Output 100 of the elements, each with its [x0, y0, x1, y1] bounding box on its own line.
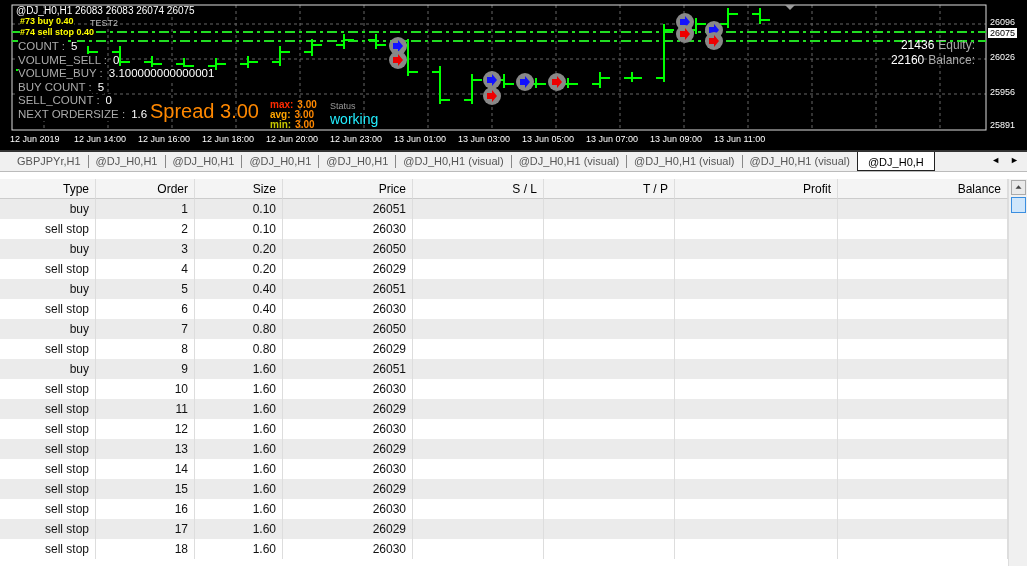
- stat-value: 3.00: [297, 100, 317, 110]
- table-cell: sell stop: [0, 479, 96, 499]
- chart-header: @DJ_H0,H1 26083 26083 26074 26075: [16, 5, 195, 16]
- table-cell: 15: [96, 479, 195, 499]
- account-label: Equity:: [938, 38, 975, 53]
- table-cell: 9: [96, 359, 195, 379]
- time-label: 13 Jun 03:00: [458, 134, 512, 144]
- table-cell: 26029: [283, 439, 413, 459]
- table-cell: 7: [96, 319, 195, 339]
- info-label: SELL_COUNT :: [18, 94, 100, 108]
- table-row[interactable]: buy 3 0.20 26050: [0, 239, 1008, 259]
- table-cell: 26029: [283, 519, 413, 539]
- chart-tab[interactable]: @DJ_H0,H: [856, 152, 935, 171]
- table-cell: 26051: [283, 359, 413, 379]
- time-label: 13 Jun 11:00: [714, 134, 767, 144]
- stat-label: max:: [270, 100, 294, 110]
- table-row[interactable]: sell stop 15 1.60 26029: [0, 479, 1008, 499]
- column-header[interactable]: Price: [283, 179, 413, 199]
- table-row[interactable]: buy 5 0.40 26051: [0, 279, 1008, 299]
- table-cell: 26050: [283, 319, 413, 339]
- table-cell: 1.60: [195, 519, 283, 539]
- order-label: #74 sell stop 0.40: [20, 27, 95, 37]
- stat-value: 3.00: [294, 110, 315, 120]
- time-label: 12 Jun 20:00: [266, 134, 320, 144]
- table-row[interactable]: buy 1 0.10 26051: [0, 199, 1008, 219]
- table-cell: 1.60: [195, 399, 283, 419]
- time-label: 13 Jun 05:00: [522, 134, 576, 144]
- chart-tab[interactable]: @DJ_H0,H1: [165, 155, 243, 168]
- price-label: 26075: [988, 28, 1018, 38]
- price-label: 25891: [989, 120, 1017, 130]
- table-cell: 17: [96, 519, 195, 539]
- chart-tab[interactable]: @DJ_H0,H1 (visual): [627, 155, 743, 168]
- column-header[interactable]: Balance: [838, 179, 1008, 199]
- table-cell: 26029: [283, 479, 413, 499]
- table-cell: sell stop: [0, 539, 96, 559]
- scroll-arrow[interactable]: ►: [1010, 155, 1019, 171]
- table-cell: buy: [0, 279, 96, 299]
- scroll-arrow[interactable]: ◄: [991, 155, 1001, 171]
- table-cell: 26051: [283, 279, 413, 299]
- table-row[interactable]: sell stop 13 1.60 26029: [0, 439, 1008, 459]
- table-cell: 0.20: [195, 239, 283, 259]
- order-label: #73 buy 0.40: [20, 16, 74, 26]
- table-cell: 1.60: [195, 439, 283, 459]
- shift-marker-icon: [785, 5, 795, 10]
- table-cell: sell stop: [0, 439, 96, 459]
- info-value: 3.100000000000001: [108, 67, 215, 81]
- table-cell: sell stop: [0, 519, 96, 539]
- info-value: 0: [113, 53, 120, 67]
- account-value: 22160: [890, 53, 925, 68]
- table-cell: 26029: [283, 399, 413, 419]
- table-cell: 1.60: [195, 359, 283, 379]
- chart-tab[interactable]: GBPJPYr,H1: [10, 155, 89, 168]
- account-label: Balance:: [928, 53, 975, 68]
- chart-tab[interactable]: @DJ_H0,H1: [319, 155, 397, 168]
- table-cell: 1: [96, 199, 195, 219]
- chart-tab[interactable]: @DJ_H0,H1 (visual): [511, 155, 628, 168]
- table-cell: buy: [0, 319, 96, 339]
- price-label: 26096: [989, 17, 1017, 27]
- chart-tab[interactable]: @DJ_H0,H1: [88, 155, 166, 168]
- table-row[interactable]: sell stop 11 1.60 26029: [0, 399, 1008, 419]
- column-header[interactable]: T / P: [544, 179, 675, 199]
- table-cell: 5: [96, 279, 195, 299]
- column-header[interactable]: S / L: [413, 179, 544, 199]
- table-cell: 0.80: [195, 319, 283, 339]
- table-cell: 18: [96, 539, 195, 559]
- table-cell: 3: [96, 239, 195, 259]
- status-label: Status: [330, 101, 356, 111]
- table-cell: buy: [0, 239, 96, 259]
- price-label: 25956: [989, 87, 1017, 97]
- column-header[interactable]: Order: [96, 179, 195, 199]
- column-header[interactable]: Type: [0, 179, 96, 199]
- chart-tab[interactable]: @DJ_H0,H1: [242, 155, 320, 168]
- table-cell: 13: [96, 439, 195, 459]
- table-cell: buy: [0, 199, 96, 219]
- table-row[interactable]: buy 9 1.60 26051: [0, 359, 1008, 379]
- status-value: working: [330, 111, 379, 127]
- table-cell: 11: [96, 399, 195, 419]
- scrollbar-thumb[interactable]: [1011, 197, 1026, 213]
- info-value: 5: [97, 80, 105, 94]
- overlay-label: TEST2: [90, 18, 118, 28]
- column-header[interactable]: Size: [195, 179, 283, 199]
- time-label: 12 Jun 2019: [10, 134, 61, 144]
- column-header[interactable]: Profit: [675, 179, 838, 199]
- info-value: 0: [105, 94, 112, 108]
- info-label: VOLUME_SELL :: [18, 53, 108, 67]
- info-label: COUNT :: [18, 40, 66, 54]
- table-cell: 26050: [283, 239, 413, 259]
- chart-tab[interactable]: @DJ_H0,H1 (visual): [396, 155, 512, 168]
- table-row[interactable]: buy 7 0.80 26050: [0, 319, 1008, 339]
- scroll-up-icon[interactable]: [1011, 180, 1026, 195]
- table-cell: 0.10: [195, 199, 283, 219]
- table-cell: 26030: [283, 539, 413, 559]
- time-label: 12 Jun 16:00: [138, 134, 192, 144]
- table-cell: buy: [0, 359, 96, 379]
- time-label: 12 Jun 18:00: [202, 134, 256, 144]
- stat-value: 3.00: [295, 120, 315, 130]
- stat-label: avg:: [270, 110, 291, 120]
- table-cell: sell stop: [0, 399, 96, 419]
- time-label: 12 Jun 14:00: [74, 134, 128, 144]
- table-row[interactable]: sell stop 17 1.60 26029: [0, 519, 1008, 539]
